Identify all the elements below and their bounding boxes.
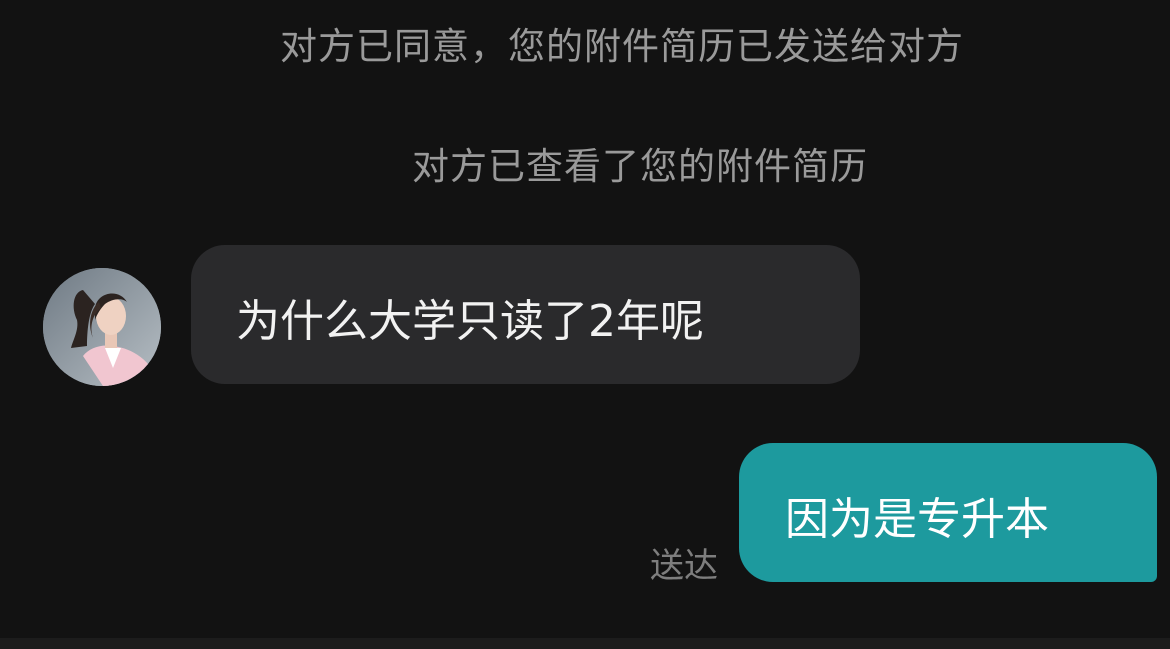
contact-avatar[interactable] xyxy=(43,268,161,386)
sent-message-bubble[interactable]: 因为是专升本 xyxy=(739,443,1157,582)
system-note-resume-sent: 对方已同意，您的附件简历已发送给对方 xyxy=(280,25,964,68)
delivery-status: 送达 xyxy=(650,546,718,586)
received-message-bubble[interactable]: 为什么大学只读了2年呢 xyxy=(191,245,860,384)
input-bar-edge xyxy=(0,638,1170,649)
received-message-text: 为什么大学只读了2年呢 xyxy=(236,296,704,347)
sent-message-text: 因为是专升本 xyxy=(785,494,1049,545)
system-note-resume-viewed: 对方已查看了您的附件简历 xyxy=(412,145,868,188)
avatar-photo xyxy=(43,268,161,386)
